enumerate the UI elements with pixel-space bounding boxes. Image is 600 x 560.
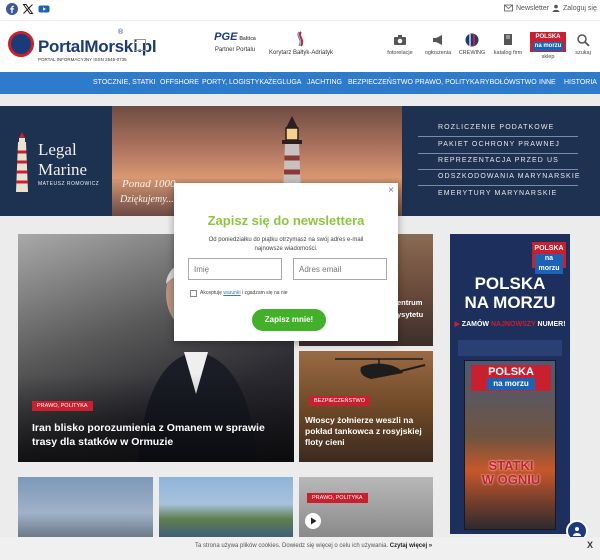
consent-label: Akceptuję warunki i zgadzam się na nie xyxy=(200,290,288,296)
consent-checkbox[interactable] xyxy=(190,290,197,297)
newsletter-modal: × Zapisz się do newslettera Od poniedzia… xyxy=(174,183,398,341)
subscribe-button[interactable]: Zapisz mnie! xyxy=(252,309,326,331)
cookie-read-more-link[interactable]: Czytaj więcej » xyxy=(390,543,432,549)
consent-terms-link[interactable]: warunki xyxy=(223,290,240,296)
modal-title: Zapisz się do newslettera xyxy=(207,213,365,228)
modal-description: Od poniedziałku do piątku otrzymasz na s… xyxy=(208,237,364,252)
modal-close-button[interactable]: × xyxy=(388,185,394,196)
person-icon xyxy=(573,527,581,536)
newsletter-overlay: × Zapisz się do newslettera Od poniedzia… xyxy=(0,0,600,560)
cookie-close-button[interactable]: X xyxy=(587,540,593,550)
cookie-bar: Ta strona używa plików cookies. Dowiedz … xyxy=(0,537,600,560)
name-input[interactable] xyxy=(188,258,282,280)
cookie-text: Ta strona używa plików cookies. Dowiedz … xyxy=(195,543,433,549)
email-input[interactable] xyxy=(293,258,387,280)
